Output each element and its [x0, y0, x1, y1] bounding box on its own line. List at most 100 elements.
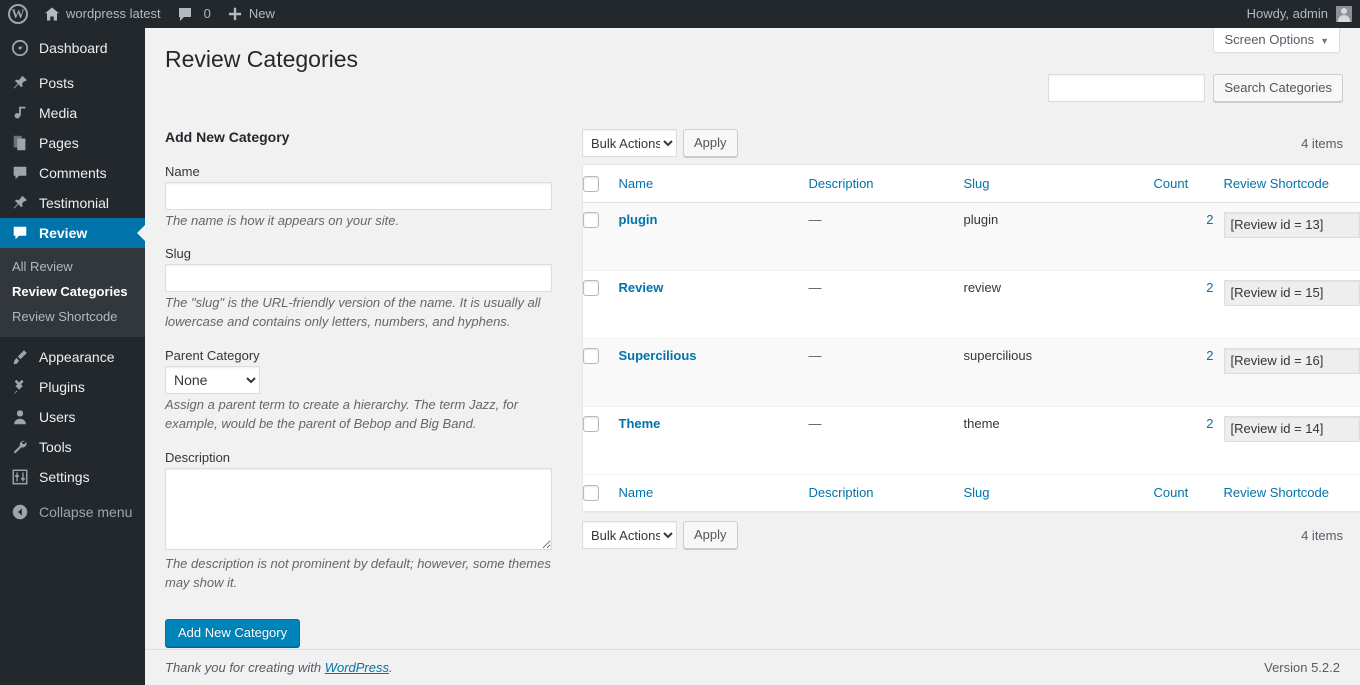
sidebar-item-comments[interactable]: Comments	[0, 158, 145, 188]
wp-logo-menu[interactable]: W	[0, 0, 36, 28]
apply-button-top[interactable]: Apply	[683, 129, 738, 157]
shortcode-input[interactable]	[1223, 279, 1360, 306]
sidebar-item-label: Users	[39, 409, 76, 425]
row-description-value: —	[808, 415, 822, 431]
collapse-menu-button[interactable]: Collapse menu	[0, 497, 145, 527]
category-count-link[interactable]: 2	[1206, 212, 1213, 227]
brush-icon	[10, 347, 30, 367]
new-content-menu[interactable]: New	[219, 0, 283, 28]
sidebar-item-plugins[interactable]: Plugins	[0, 372, 145, 402]
row-checkbox[interactable]	[583, 348, 599, 365]
sidebar-item-label: Posts	[39, 75, 75, 91]
column-header-slug: Slug	[963, 164, 1154, 203]
howdy-label: Howdy, admin	[1246, 6, 1328, 21]
sort-count-link-top[interactable]: Count	[1154, 176, 1189, 191]
sidebar-item-dashboard[interactable]: Dashboard	[0, 33, 145, 63]
table-head: Name Description Slug Count Review Short…	[582, 164, 1360, 203]
comments-menu[interactable]: 0	[169, 0, 219, 28]
category-count-link[interactable]: 2	[1206, 348, 1213, 363]
wordpress-link[interactable]: WordPress	[325, 660, 389, 675]
field-description: Description The description is not promi…	[165, 448, 565, 593]
field-parent-category: Parent Category None Assign a parent ter…	[165, 346, 565, 434]
sort-name-link-bottom[interactable]: Name	[619, 485, 654, 500]
row-description-cell: —	[808, 406, 964, 475]
row-slug-cell: theme	[963, 406, 1154, 475]
sidebar-item-all-review[interactable]: All Review	[0, 254, 145, 279]
sort-description-link-top[interactable]: Description	[809, 176, 874, 191]
slug-input[interactable]	[165, 264, 552, 293]
apply-button-bottom[interactable]: Apply	[683, 521, 738, 550]
row-description-value: —	[808, 347, 822, 363]
table-foot: Name Description Slug Count Review Short…	[582, 473, 1360, 512]
row-description-cell: —	[808, 338, 964, 407]
site-name-menu[interactable]: wordpress latest	[36, 0, 169, 28]
shortcode-input[interactable]	[1223, 211, 1360, 238]
bulk-actions-select-bottom[interactable]: Bulk Actions	[582, 521, 677, 550]
select-all-checkbox-top[interactable]	[583, 175, 599, 192]
column-footer-slug: Slug	[963, 473, 1154, 512]
sort-slug-link-top[interactable]: Slug	[964, 176, 990, 191]
sort-shortcode-link-top[interactable]: Review Shortcode	[1224, 176, 1330, 191]
category-count-link[interactable]: 2	[1206, 416, 1213, 431]
sort-description-link-bottom[interactable]: Description	[809, 485, 874, 500]
avatar	[1336, 6, 1352, 22]
sidebar-submenu-review: All Review Review Categories Review Shor…	[0, 248, 145, 337]
user-icon	[10, 407, 30, 427]
screen-options-button[interactable]: Screen Options ▼	[1213, 28, 1340, 53]
sidebar-item-posts[interactable]: Posts	[0, 68, 145, 98]
search-input[interactable]	[1048, 74, 1206, 102]
sidebar-item-media[interactable]: Media	[0, 98, 145, 128]
bulk-actions-bottom: Bulk Actions Apply	[582, 521, 738, 550]
bulk-actions-select-top[interactable]: Bulk Actions	[582, 129, 677, 157]
comments-count: 0	[203, 6, 211, 21]
plus-icon	[227, 6, 243, 22]
sort-name-link-top[interactable]: Name	[619, 176, 654, 191]
add-new-category-button[interactable]: Add New Category	[165, 618, 301, 647]
categories-table: Name Description Slug Count Review Short…	[582, 164, 1360, 513]
category-count-link[interactable]: 2	[1206, 280, 1213, 295]
row-description-value: —	[808, 279, 822, 295]
row-checkbox[interactable]	[583, 416, 599, 433]
sidebar-item-tools[interactable]: Tools	[0, 432, 145, 462]
sidebar-item-pages[interactable]: Pages	[0, 128, 145, 158]
parent-category-select[interactable]: None	[165, 366, 260, 395]
bulk-actions-top: Bulk Actions Apply	[582, 129, 738, 157]
row-count-cell: 2	[1153, 338, 1224, 407]
row-shortcode-cell	[1223, 338, 1360, 407]
row-checkbox[interactable]	[583, 212, 599, 229]
sidebar-item-users[interactable]: Users	[0, 402, 145, 432]
sidebar-item-label: Dashboard	[39, 40, 108, 56]
row-name-cell: Review	[618, 270, 809, 339]
sidebar-item-review-categories[interactable]: Review Categories	[0, 279, 145, 304]
my-account-menu[interactable]: Howdy, admin	[1239, 0, 1360, 28]
row-select-cell	[582, 406, 619, 475]
column-header-name: Name	[618, 164, 809, 203]
select-all-checkbox-bottom[interactable]	[583, 485, 599, 502]
shortcode-input[interactable]	[1223, 415, 1360, 442]
row-slug-cell: supercilious	[963, 338, 1154, 407]
category-name-link[interactable]: Theme	[619, 416, 661, 431]
sort-shortcode-link-bottom[interactable]: Review Shortcode	[1224, 485, 1330, 500]
sidebar-item-review[interactable]: Review	[0, 218, 145, 248]
sidebar-item-testimonial[interactable]: Testimonial	[0, 188, 145, 218]
main-content-area: Screen Options ▼ Review Categories Search…	[145, 28, 1360, 685]
row-slug-cell: plugin	[963, 202, 1154, 271]
row-checkbox[interactable]	[583, 280, 599, 297]
sidebar-item-label: Comments	[39, 165, 107, 181]
select-all-header	[582, 164, 619, 203]
category-name-link[interactable]: Supercilious	[619, 348, 697, 363]
sidebar-item-settings[interactable]: Settings	[0, 462, 145, 492]
sidebar-item-review-shortcode[interactable]: Review Shortcode	[0, 304, 145, 329]
name-input[interactable]	[165, 181, 552, 210]
parent-category-label: Parent Category	[165, 348, 260, 364]
category-name-link[interactable]: Review	[619, 280, 664, 295]
description-help-text: The description is not prominent by defa…	[165, 555, 551, 590]
shortcode-input[interactable]	[1223, 347, 1360, 374]
sort-slug-link-bottom[interactable]: Slug	[964, 485, 990, 500]
sidebar-item-appearance[interactable]: Appearance	[0, 342, 145, 372]
form-heading: Add New Category	[165, 129, 290, 145]
sort-count-link-bottom[interactable]: Count	[1154, 485, 1189, 500]
category-name-link[interactable]: plugin	[619, 212, 658, 227]
search-categories-button[interactable]: Search Categories	[1213, 74, 1343, 102]
description-textarea[interactable]	[165, 467, 552, 550]
